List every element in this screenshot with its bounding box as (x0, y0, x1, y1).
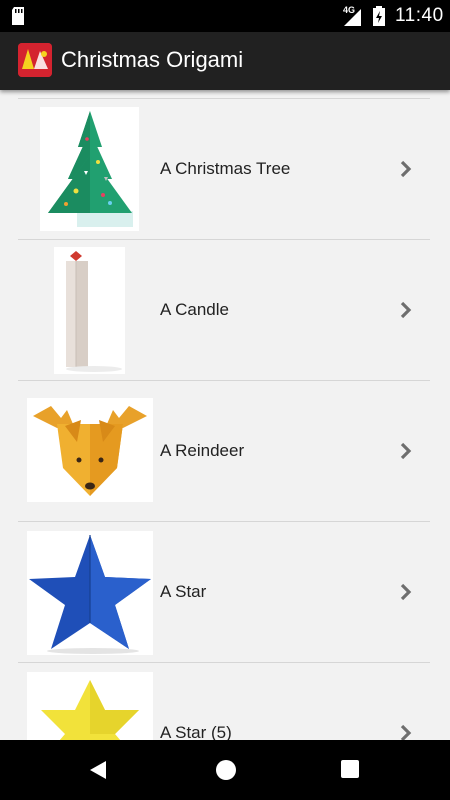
list-item-label: A Star (5) (160, 723, 232, 740)
status-bar: 4G 11:40 (0, 0, 450, 32)
chevron-right-icon (400, 724, 412, 740)
list-item[interactable]: A Christmas Tree (18, 99, 430, 240)
app-bar: Christmas Origami (0, 32, 450, 90)
list-item[interactable]: A Candle (18, 240, 430, 381)
christmas-tree-thumbnail (40, 107, 139, 231)
navigation-bar (0, 740, 450, 800)
list-item-label: A Reindeer (160, 441, 245, 460)
yellow-star-thumbnail (27, 672, 153, 740)
list-item-label: A Star (160, 582, 207, 601)
origami-list[interactable]: A Christmas Tree A Candle A Reindeer A S… (0, 90, 450, 740)
chevron-right-icon (400, 160, 412, 178)
sd-card-icon (12, 7, 24, 25)
app-logo-icon (18, 43, 52, 77)
list-item-label: A Candle (160, 300, 229, 319)
app-title: Christmas Origami (61, 47, 244, 72)
chevron-right-icon (400, 442, 412, 460)
list-item[interactable]: A Star (5) (18, 663, 430, 740)
chevron-right-icon (400, 583, 412, 601)
signal-icon (344, 9, 361, 26)
chevron-right-icon (400, 301, 412, 319)
home-icon[interactable] (214, 758, 238, 782)
battery-charging-icon (373, 6, 385, 26)
clock: 11:40 (395, 5, 444, 26)
blue-star-thumbnail (27, 531, 153, 655)
list-item-label: A Christmas Tree (160, 159, 291, 178)
back-icon[interactable] (86, 758, 110, 782)
list-item[interactable]: A Star (18, 522, 430, 663)
list-item[interactable]: A Reindeer (18, 381, 430, 522)
reindeer-thumbnail (27, 398, 153, 502)
candle-thumbnail (54, 247, 125, 374)
recents-icon[interactable] (340, 759, 360, 779)
